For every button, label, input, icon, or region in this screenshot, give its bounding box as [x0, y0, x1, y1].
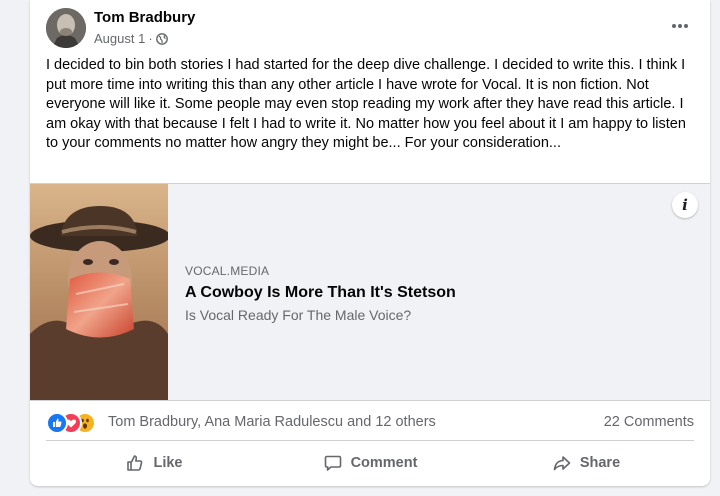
comment-button[interactable]: Comment [262, 444, 478, 482]
dot-icon [678, 24, 682, 28]
cowboy-photo [30, 184, 168, 400]
like-reaction-icon [46, 412, 68, 434]
comments-count[interactable]: 22 Comments [604, 414, 694, 430]
thumbs-up-icon [127, 455, 143, 471]
post-meta: August 1 · [94, 31, 168, 46]
comment-label: Comment [350, 455, 418, 471]
share-button[interactable]: Share [478, 444, 694, 482]
post-card: Tom Bradbury August 1 · I decided to bin… [30, 0, 710, 486]
meta-separator: · [148, 31, 153, 46]
reactions-bar: Tom Bradbury, Ana Maria Radulescu and 12… [46, 408, 694, 434]
reaction-names[interactable]: Tom Bradbury, Ana Maria Radulescu and 12… [108, 414, 436, 430]
globe-icon[interactable] [155, 32, 168, 45]
author-avatar[interactable] [46, 8, 86, 48]
link-title[interactable]: A Cowboy Is More Than It's Stetson [185, 284, 456, 302]
dot-icon [672, 24, 676, 28]
link-preview[interactable]: VOCAL.MEDIA A Cowboy Is More Than It's S… [30, 183, 710, 401]
comment-icon [324, 455, 341, 471]
avatar-photo [46, 8, 86, 48]
actions-divider [46, 440, 694, 441]
link-info: VOCAL.MEDIA A Cowboy Is More Than It's S… [185, 264, 456, 323]
post-actions: Like Comment Share [46, 444, 694, 482]
more-options-button[interactable] [666, 14, 694, 38]
link-subtitle: Is Vocal Ready For The Male Voice? [185, 307, 412, 323]
like-label: Like [153, 455, 183, 471]
post-header: Tom Bradbury August 1 · [46, 8, 694, 52]
dot-icon [684, 24, 688, 28]
info-icon[interactable]: i [672, 192, 698, 218]
post-date[interactable]: August 1 [94, 31, 145, 46]
like-button[interactable]: Like [46, 444, 262, 482]
author-name[interactable]: Tom Bradbury [94, 9, 195, 26]
reaction-icons[interactable] [46, 412, 106, 434]
share-label: Share [579, 455, 621, 471]
link-domain: VOCAL.MEDIA [185, 264, 270, 278]
share-icon [553, 456, 571, 471]
post-text: I decided to bin both stories I had star… [46, 57, 686, 151]
link-thumbnail[interactable] [30, 184, 168, 400]
